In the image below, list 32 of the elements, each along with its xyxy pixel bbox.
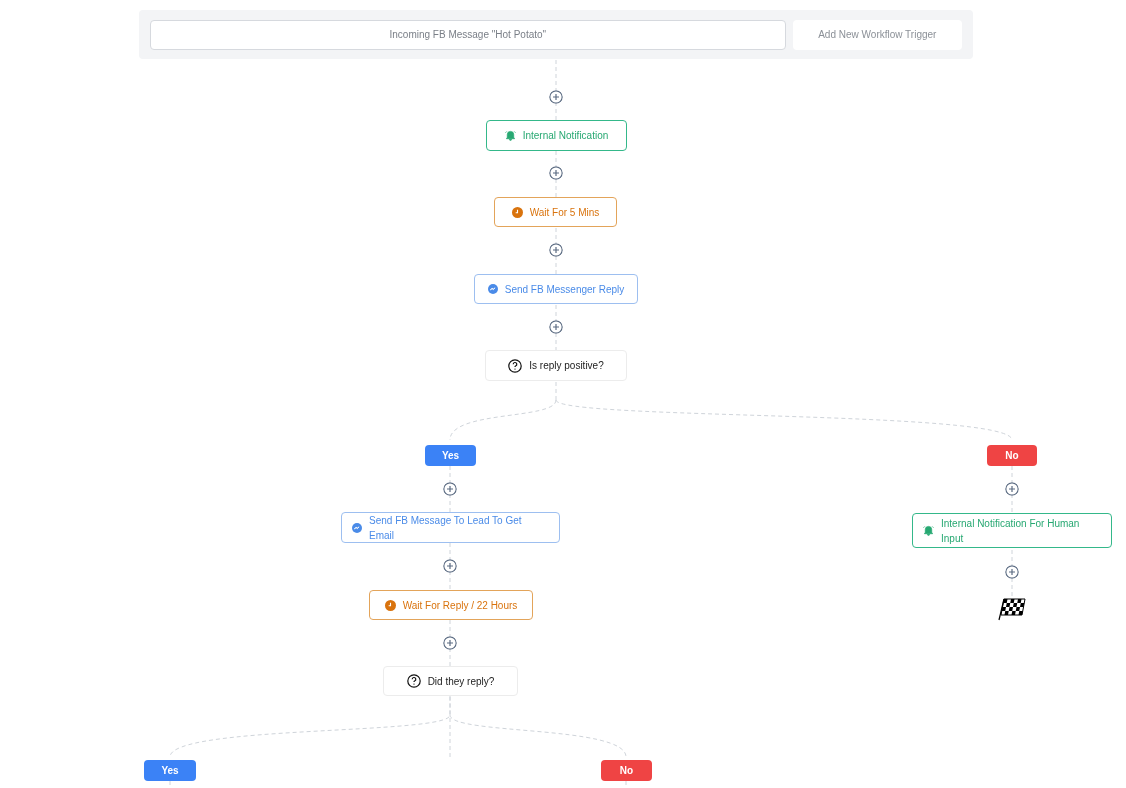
alarm-bell-icon xyxy=(504,130,516,141)
add-step-icon[interactable] xyxy=(1005,565,1019,579)
workflow-step[interactable]: Did they reply? xyxy=(383,666,518,696)
workflow-step[interactable]: Is reply positive? xyxy=(485,350,627,381)
question-icon xyxy=(508,358,523,373)
branch-label[interactable]: No xyxy=(987,445,1037,466)
add-step-icon[interactable] xyxy=(443,559,457,573)
add-step-icon[interactable] xyxy=(443,482,457,496)
add-trigger-button[interactable]: Add New Workflow Trigger xyxy=(792,19,962,50)
add-step-icon[interactable] xyxy=(443,636,457,650)
add-step-icon[interactable] xyxy=(549,243,563,257)
branch-label[interactable]: Yes xyxy=(425,445,476,466)
trigger-field[interactable]: Incoming FB Message "Hot Potato" xyxy=(150,19,786,50)
clock-icon xyxy=(511,206,523,218)
add-step-icon[interactable] xyxy=(1005,482,1019,496)
add-step-icon[interactable] xyxy=(549,90,563,104)
messenger-icon xyxy=(487,284,498,294)
alarm-bell-icon xyxy=(923,525,934,536)
checkered-flag-icon xyxy=(998,597,1026,621)
branch-label[interactable]: No xyxy=(601,760,652,781)
workflow-step[interactable]: Wait For Reply / 22 Hours xyxy=(369,590,533,620)
messenger-icon xyxy=(352,522,362,533)
workflow-step[interactable]: Send FB Message To Lead To Get Email xyxy=(341,512,560,543)
workflow-step[interactable]: Internal Notification xyxy=(486,120,627,151)
clock-icon xyxy=(384,599,396,611)
workflow-step[interactable]: Wait For 5 Mins xyxy=(494,197,617,227)
workflow-step[interactable]: Internal Notification For Human Input xyxy=(912,513,1112,548)
branch-label[interactable]: Yes xyxy=(144,760,196,781)
add-step-icon[interactable] xyxy=(549,320,563,334)
add-step-icon[interactable] xyxy=(549,166,563,180)
question-icon xyxy=(406,674,421,688)
workflow-step[interactable]: Send FB Messenger Reply xyxy=(474,274,638,304)
